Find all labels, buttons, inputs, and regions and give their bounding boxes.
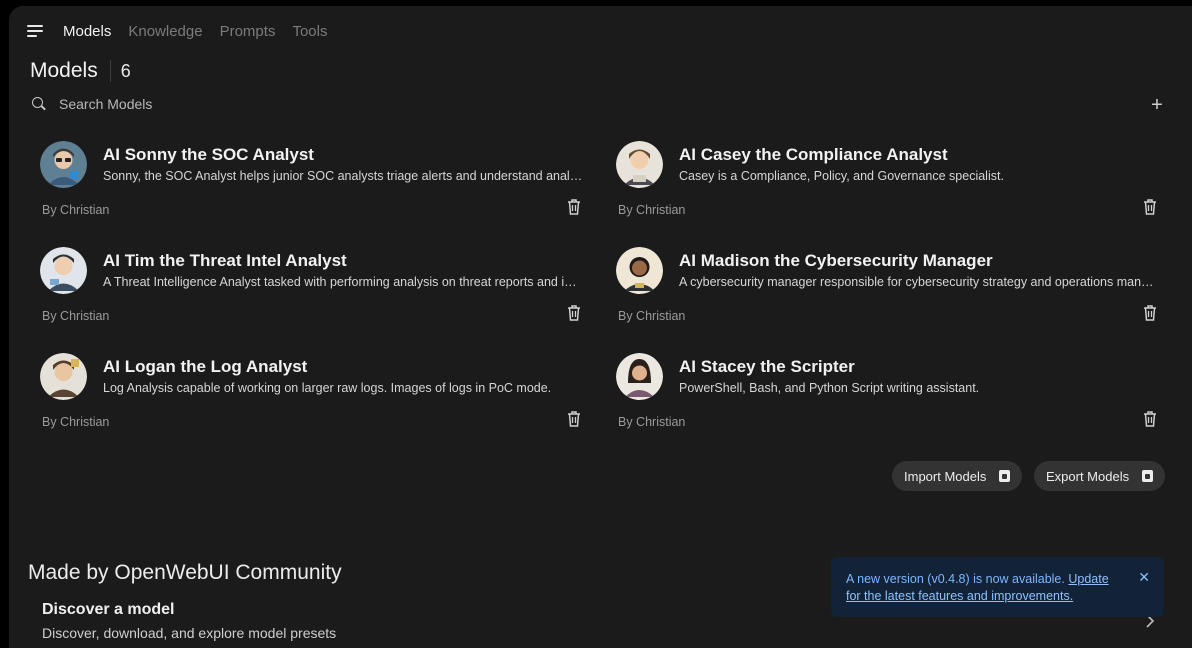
model-description: Casey is a Compliance, Policy, and Gover… bbox=[679, 169, 1004, 183]
trash-icon[interactable] bbox=[566, 198, 582, 216]
model-count: 6 bbox=[120, 60, 131, 81]
model-avatar bbox=[616, 247, 663, 294]
menu-icon[interactable] bbox=[27, 22, 45, 40]
export-models-label: Export Models bbox=[1046, 468, 1130, 484]
model-name[interactable]: AI Madison the Cybersecurity Manager bbox=[679, 251, 993, 271]
model-name[interactable]: AI Tim the Threat Intel Analyst bbox=[103, 251, 347, 271]
model-card[interactable]: AI Sonny the SOC Analyst Sonny, the SOC … bbox=[40, 141, 600, 231]
model-avatar bbox=[616, 353, 663, 400]
model-card[interactable]: AI Casey the Compliance Analyst Casey is… bbox=[616, 141, 1176, 231]
trash-icon[interactable] bbox=[1142, 410, 1158, 428]
model-description: A cybersecurity manager responsible for … bbox=[679, 275, 1159, 289]
model-description: Sonny, the SOC Analyst helps junior SOC … bbox=[103, 169, 583, 183]
model-author: By Christian bbox=[618, 309, 686, 323]
export-icon bbox=[1142, 470, 1154, 482]
model-author: By Christian bbox=[618, 203, 686, 217]
search-input[interactable] bbox=[59, 96, 559, 112]
trash-icon[interactable] bbox=[566, 304, 582, 322]
model-card[interactable]: AI Madison the Cybersecurity Manager A c… bbox=[616, 247, 1176, 337]
page-title: Models 6 bbox=[30, 59, 131, 83]
model-author: By Christian bbox=[42, 203, 110, 217]
add-model-button[interactable]: + bbox=[1147, 95, 1167, 116]
model-description: A Threat Intelligence Analyst tasked wit… bbox=[103, 275, 583, 289]
model-description: Log Analysis capable of working on large… bbox=[103, 381, 552, 395]
export-models-button[interactable]: Export Models bbox=[1034, 461, 1166, 491]
model-avatar bbox=[616, 141, 663, 188]
trash-icon[interactable] bbox=[1142, 304, 1158, 322]
app-window: Models Knowledge Prompts Tools Models 6 … bbox=[9, 6, 1192, 648]
model-avatar bbox=[40, 247, 87, 294]
model-author: By Christian bbox=[42, 309, 110, 323]
update-notification-text: A new version (v0.4.8) is now available. bbox=[846, 572, 1069, 586]
tab-tools[interactable]: Tools bbox=[292, 23, 327, 40]
model-card[interactable]: AI Logan the Log Analyst Log Analysis ca… bbox=[40, 353, 600, 443]
top-nav: Models Knowledge Prompts Tools bbox=[27, 22, 344, 40]
discover-model-description: Discover, download, and explore model pr… bbox=[42, 625, 337, 641]
model-author: By Christian bbox=[618, 415, 686, 429]
import-models-label: Import Models bbox=[904, 468, 987, 484]
model-avatar bbox=[40, 141, 87, 188]
page-title-text: Models bbox=[30, 59, 98, 82]
search-icon bbox=[32, 97, 46, 111]
tab-models[interactable]: Models bbox=[63, 23, 111, 40]
import-models-button[interactable]: Import Models bbox=[892, 461, 1023, 491]
trash-icon[interactable] bbox=[1142, 198, 1158, 216]
community-section-title: Made by OpenWebUI Community bbox=[28, 561, 342, 584]
model-card[interactable]: AI Tim the Threat Intel Analyst A Threat… bbox=[40, 247, 600, 337]
trash-icon[interactable] bbox=[566, 410, 582, 428]
search-bar bbox=[32, 96, 559, 112]
discover-model-link[interactable]: Discover a model bbox=[42, 601, 175, 619]
model-name[interactable]: AI Stacey the Scripter bbox=[679, 357, 855, 377]
close-icon[interactable]: ✕ bbox=[1138, 569, 1150, 586]
import-icon bbox=[999, 470, 1011, 482]
model-avatar bbox=[40, 353, 87, 400]
update-notification: A new version (v0.4.8) is now available.… bbox=[831, 557, 1164, 617]
model-name[interactable]: AI Casey the Compliance Analyst bbox=[679, 145, 948, 165]
model-description: PowerShell, Bash, and Python Script writ… bbox=[679, 381, 980, 395]
model-name[interactable]: AI Logan the Log Analyst bbox=[103, 357, 307, 377]
tab-prompts[interactable]: Prompts bbox=[220, 23, 276, 40]
model-name[interactable]: AI Sonny the SOC Analyst bbox=[103, 145, 314, 165]
model-card[interactable]: AI Stacey the Scripter PowerShell, Bash,… bbox=[616, 353, 1176, 443]
title-divider bbox=[109, 60, 111, 82]
model-author: By Christian bbox=[42, 415, 110, 429]
tab-knowledge[interactable]: Knowledge bbox=[128, 23, 202, 40]
